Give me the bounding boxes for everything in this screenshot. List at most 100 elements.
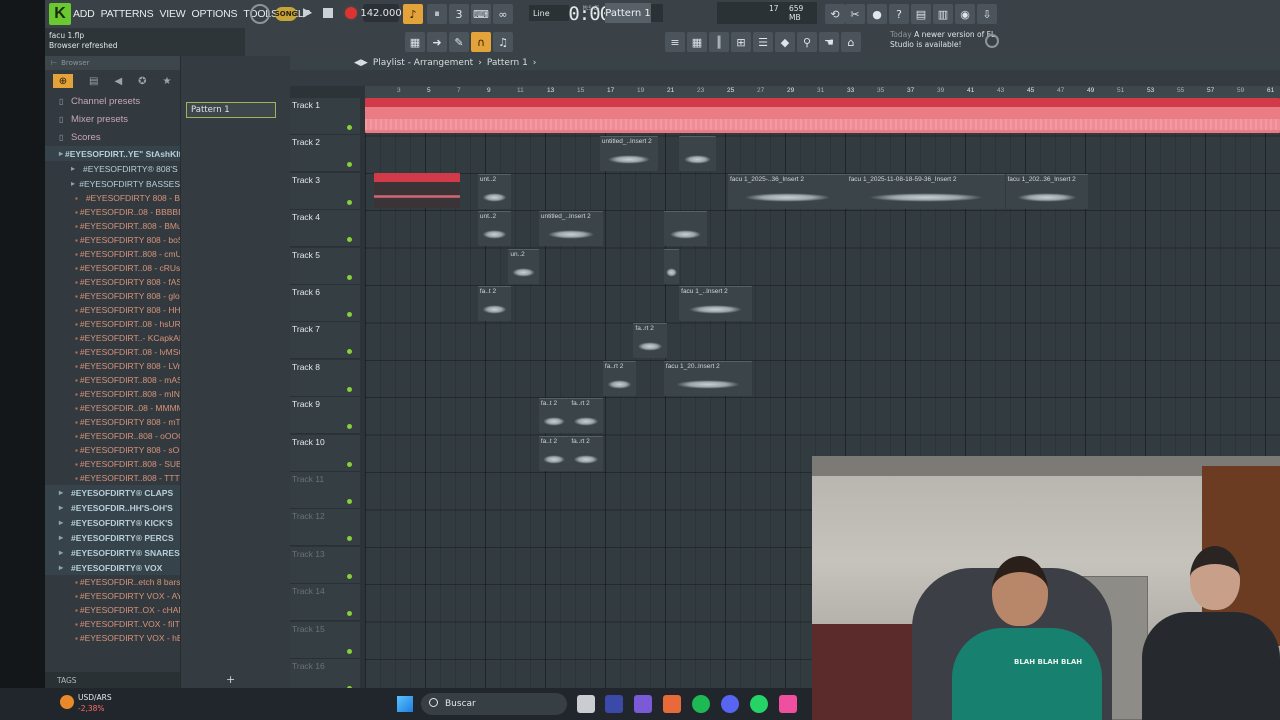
mixer-icon[interactable]: ║ [709, 32, 729, 52]
record-icon[interactable] [343, 5, 359, 21]
audio-clip[interactable]: fa..rt 2 [633, 323, 667, 359]
track-mute-led-icon[interactable] [347, 611, 352, 617]
timeline-ruler[interactable]: 3 5 7 9 11 13 15 17 19 21 23 25 27 29 31 33 35 37 39 41 43 45… [365, 86, 1280, 98]
tempo-display[interactable]: 142.000 [360, 4, 402, 22]
browser-all-tab-icon[interactable]: ⊕ [53, 74, 73, 88]
track-mute-led-icon[interactable] [347, 162, 352, 168]
browser-file-item[interactable]: ▪ #EYESOFDIRTY VOX - hEY [45, 631, 180, 645]
audio-clip[interactable]: un..2 [508, 248, 539, 284]
track-header[interactable]: Track 13 [290, 546, 360, 584]
pin-icon[interactable]: ⊢ [51, 59, 57, 67]
browser-file-item[interactable]: ▪ #EYESOFDIRT..08 - hsURc [45, 317, 180, 331]
browser-file-item[interactable]: ▪ #EYESOFDIRT..808 - BMud [45, 219, 180, 233]
plugin-icon[interactable]: ◆ [775, 32, 795, 52]
audio-clip[interactable]: facu 1_202..36_Insert 2 [1005, 173, 1088, 209]
browser-plugin-tab-icon[interactable]: ✪ [138, 76, 146, 87]
channel-icon[interactable]: ⊞ [731, 32, 751, 52]
browser-file-item[interactable]: ▪ #EYESOFDIRT..808 - mINI [45, 387, 180, 401]
track-header[interactable]: Track 4 [290, 210, 360, 248]
browser-star-tab-icon[interactable]: ★ [163, 76, 172, 87]
wait-record-icon[interactable]: ⏸ [427, 4, 447, 24]
browser-preset-item[interactable]: ▯ Mixer presets [45, 110, 180, 128]
browser-file-item[interactable]: ▪ #EYESOFDIRTY 808 - sOFT [45, 443, 180, 457]
browser-file-item[interactable]: ▪ #EYESOFDIRT..08 - cRUsh [45, 261, 180, 275]
browser-preset-item[interactable]: ▯ Scores [45, 128, 180, 146]
windows-start-icon[interactable] [397, 696, 413, 712]
touch-icon[interactable]: ☚ [819, 32, 839, 52]
browser-file-item[interactable]: ▪#EYESOFDIRTY 808 - gloRY [45, 289, 180, 303]
track-header[interactable]: Track 15 [290, 621, 360, 659]
browser-folder-item[interactable]: ▸ #EYESOFDIRTY® SNARES [45, 545, 180, 560]
browser-file-item[interactable]: ▪ #EYESOFDIR..etch 8 bars) [45, 575, 180, 589]
audio-clip[interactable]: untitled_..Insert 2 [538, 211, 603, 247]
track-mute-led-icon[interactable] [347, 461, 352, 467]
track-mute-led-icon[interactable] [347, 312, 352, 317]
browser-folder-item[interactable]: ▸ #EYESOFDIRTY® CLAPS [45, 485, 180, 500]
track-header[interactable]: Track 7 [290, 322, 360, 360]
globe-icon[interactable] [985, 34, 999, 48]
picker-pattern-item[interactable]: Pattern 1 [186, 102, 276, 118]
song-mode-toggle[interactable]: SONG [275, 7, 297, 21]
browser-file-item[interactable]: ▪ #EYESOFDIR..08 - MMMM [45, 401, 180, 415]
arrow-right-icon[interactable]: ➜ [427, 32, 447, 52]
audio-clip[interactable]: unt..2 [477, 173, 512, 209]
browser-file-item[interactable]: ▪ #EYESOFDIRTY 808 - mTR [45, 415, 180, 429]
add-pattern-icon[interactable]: + [226, 673, 235, 686]
track-mute-led-icon[interactable] [347, 199, 352, 205]
track-mute-led-icon[interactable] [347, 424, 352, 430]
ticker-widget[interactable]: USD/ARS -2,38% [78, 692, 148, 714]
file-explorer-icon[interactable] [577, 695, 595, 713]
menu-item-patterns[interactable]: PATTERNS [101, 8, 154, 20]
track-mute-led-icon[interactable] [347, 349, 352, 355]
track-mute-led-icon[interactable] [347, 125, 352, 130]
track-header[interactable]: Track 6 [290, 285, 360, 322]
audio-clip[interactable]: facu 1_..Insert 2 [679, 286, 753, 321]
browser-speaker-tab-icon[interactable]: ◀ [114, 76, 122, 87]
audio-clip[interactable]: unt..2 [477, 211, 512, 247]
track-mute-led-icon[interactable] [347, 274, 352, 280]
browser-file-item[interactable]: ▪ #EYESOFDIRT..808 - TTTTT [45, 471, 180, 485]
track-header[interactable]: Track 5 [290, 247, 360, 285]
undo-icon[interactable]: ⟲ [825, 4, 845, 24]
browser-sub-item[interactable]: ▸ #EYESOFDIRTY BASSES [45, 176, 180, 191]
track-header[interactable]: Track 3 [290, 172, 360, 210]
track-header[interactable]: Track 9 [290, 397, 360, 435]
spotify-icon[interactable] [692, 695, 710, 713]
browser-sub-item[interactable]: ▸ #EYESOFDIRTY® 808'S [45, 161, 180, 176]
step-edit-icon[interactable]: ⌨ [471, 4, 491, 24]
browser-folder-item[interactable]: ▸ #EYESOFDIR..HH'S-OH'S [45, 500, 180, 515]
browser-folder-item[interactable]: ▸ #EYESOFDIRTY® PERCS [45, 530, 180, 545]
piano-roll-icon[interactable]: ▦ [405, 32, 425, 52]
whatsapp-icon[interactable] [750, 695, 768, 713]
audio-clip[interactable]: fa..t 2 [538, 398, 570, 434]
track-mute-led-icon[interactable] [347, 237, 352, 243]
playlist-icon[interactable]: ≡ [665, 32, 685, 52]
browser-folder-item[interactable]: ▸ #EYESOFDIRTY® KICK'S [45, 515, 180, 530]
audio-clip[interactable]: facu 1_20..Insert 2 [663, 360, 753, 396]
browser-file-item[interactable]: ▪ #EYESOFDIRTY 808 - HHH [45, 303, 180, 317]
browser-files-tab-icon[interactable]: ▤ [89, 76, 98, 87]
snap-select[interactable]: Line [529, 5, 569, 21]
track-header[interactable]: Track 12 [290, 509, 360, 547]
master-volume-knob-icon[interactable] [250, 4, 270, 24]
vscode-icon[interactable] [605, 695, 623, 713]
stop-icon[interactable] [323, 8, 333, 18]
track-header[interactable]: Track 2 [290, 135, 360, 173]
browser-file-item[interactable]: ▪ #EYESOFDIRT..08 - lvMSC [45, 345, 180, 359]
teams-icon[interactable] [634, 695, 652, 713]
discord-icon[interactable] [721, 695, 739, 713]
loop-record-icon[interactable]: ∞ [493, 4, 513, 24]
track-mute-led-icon[interactable] [347, 499, 352, 504]
download-icon[interactable]: ⇩ [977, 4, 997, 24]
edison-icon[interactable]: ⚲ [797, 32, 817, 52]
audio-clip[interactable]: fa..rt 2 [569, 435, 603, 471]
track-header[interactable]: Track 1 [290, 98, 360, 135]
audio-clip[interactable] [663, 211, 707, 247]
browser-icon[interactable]: ☰ [753, 32, 773, 52]
browser-file-item[interactable]: ▪ #EYESOFDIR..08 - BBBBBB [45, 205, 180, 219]
browser-folder-item[interactable]: ▸ #EYESOFDIRTY® VOX [45, 560, 180, 575]
track-mute-led-icon[interactable] [347, 573, 352, 579]
browser-file-item[interactable]: ▪ #EYESOFDIRTY 808 - boSS [45, 233, 180, 247]
browser-file-item[interactable]: ▪#EYESOFDIRT..VOX - fiITER [45, 617, 180, 631]
render-icon[interactable]: ▥ [933, 4, 953, 24]
